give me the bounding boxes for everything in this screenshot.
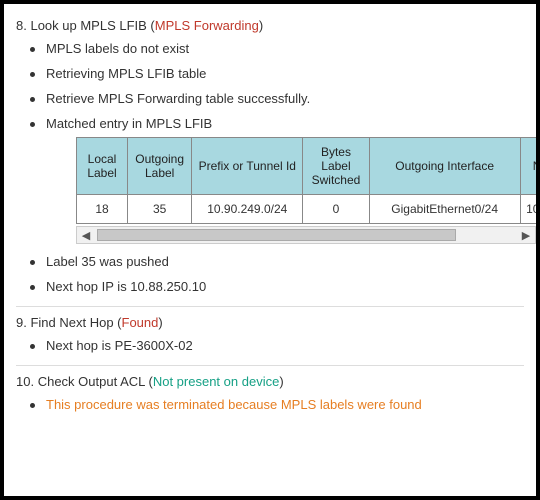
- col-prefix: Prefix or Tunnel Id: [192, 138, 303, 195]
- list-item: Retrieving MPLS LFIB table: [30, 66, 524, 81]
- divider: [16, 365, 524, 366]
- scroll-thumb[interactable]: [97, 229, 456, 241]
- cell-outgoing-label: 35: [128, 195, 192, 224]
- step-10-heading: 10. Check Output ACL (Not present on dev…: [16, 374, 524, 389]
- step-10-bullets: This procedure was terminated because MP…: [30, 397, 524, 412]
- divider: [16, 306, 524, 307]
- bullet-text: This procedure was terminated because MP…: [46, 397, 422, 412]
- step-10: 10. Check Output ACL (Not present on dev…: [16, 374, 524, 412]
- step-8-status: MPLS Forwarding: [155, 18, 259, 33]
- cell-next-hop: 10.88.250.1: [520, 195, 536, 224]
- list-item: Retrieve MPLS Forwarding table successfu…: [30, 91, 524, 106]
- scroll-left-icon[interactable]: ◀: [77, 229, 95, 242]
- table-row: 18 35 10.90.249.0/24 0 GigabitEthernet0/…: [77, 195, 537, 224]
- step-8: 8. Look up MPLS LFIB (MPLS Forwarding) M…: [16, 18, 524, 294]
- step-8-title: Look up MPLS LFIB: [30, 18, 146, 33]
- step-9-number: 9.: [16, 315, 27, 330]
- table-header-row: Local Label Outgoing Label Prefix or Tun…: [77, 138, 537, 195]
- scroll-track[interactable]: [95, 227, 517, 243]
- cell-local-label: 18: [77, 195, 128, 224]
- col-local-label: Local Label: [77, 138, 128, 195]
- col-next-hop: Next Hop: [520, 138, 536, 195]
- list-item: MPLS labels do not exist: [30, 41, 524, 56]
- step-10-title: Check Output ACL: [38, 374, 145, 389]
- step-9-heading: 9. Find Next Hop (Found): [16, 315, 524, 330]
- cell-interface: GigabitEthernet0/24: [369, 195, 520, 224]
- mpls-lfib-table: Local Label Outgoing Label Prefix or Tun…: [76, 137, 536, 224]
- step-10-status: Not present on device: [153, 374, 279, 389]
- step-8-bullets: MPLS labels do not exist Retrieving MPLS…: [30, 41, 524, 294]
- step-9-bullets: Next hop is PE-3600X-02: [30, 338, 524, 353]
- col-outgoing-label: Outgoing Label: [128, 138, 192, 195]
- list-item: This procedure was terminated because MP…: [30, 397, 524, 412]
- step-8-heading: 8. Look up MPLS LFIB (MPLS Forwarding): [16, 18, 524, 33]
- step-9-title: Find Next Hop: [30, 315, 113, 330]
- bullet-text: Retrieving MPLS LFIB table: [46, 66, 206, 81]
- steps-list: 8. Look up MPLS LFIB (MPLS Forwarding) M…: [16, 18, 524, 412]
- list-item: Next hop IP is 10.88.250.10: [30, 279, 524, 294]
- list-item: Next hop is PE-3600X-02: [30, 338, 524, 353]
- mpls-table-container: Local Label Outgoing Label Prefix or Tun…: [76, 137, 536, 244]
- bullet-text: Retrieve MPLS Forwarding table successfu…: [46, 91, 310, 106]
- step-10-number: 10.: [16, 374, 34, 389]
- step-8-number: 8.: [16, 18, 27, 33]
- bullet-text: Next hop IP is 10.88.250.10: [46, 279, 206, 294]
- bullet-text: Label 35 was pushed: [46, 254, 169, 269]
- step-9-status: Found: [122, 315, 159, 330]
- bullet-text: MPLS labels do not exist: [46, 41, 189, 56]
- bullet-text: Next hop is PE-3600X-02: [46, 338, 193, 353]
- col-bytes: Bytes Label Switched: [303, 138, 370, 195]
- col-interface: Outgoing Interface: [369, 138, 520, 195]
- bullet-text: Matched entry in MPLS LFIB: [46, 116, 212, 131]
- list-item: Matched entry in MPLS LFIB Local Label O…: [30, 116, 524, 244]
- mpls-table-scroll[interactable]: Local Label Outgoing Label Prefix or Tun…: [76, 137, 536, 224]
- list-item: Label 35 was pushed: [30, 254, 524, 269]
- step-9: 9. Find Next Hop (Found) Next hop is PE-…: [16, 315, 524, 353]
- scroll-right-icon[interactable]: ▶: [517, 229, 535, 242]
- horizontal-scrollbar[interactable]: ◀ ▶: [76, 226, 536, 244]
- cell-prefix: 10.90.249.0/24: [192, 195, 303, 224]
- cell-bytes: 0: [303, 195, 370, 224]
